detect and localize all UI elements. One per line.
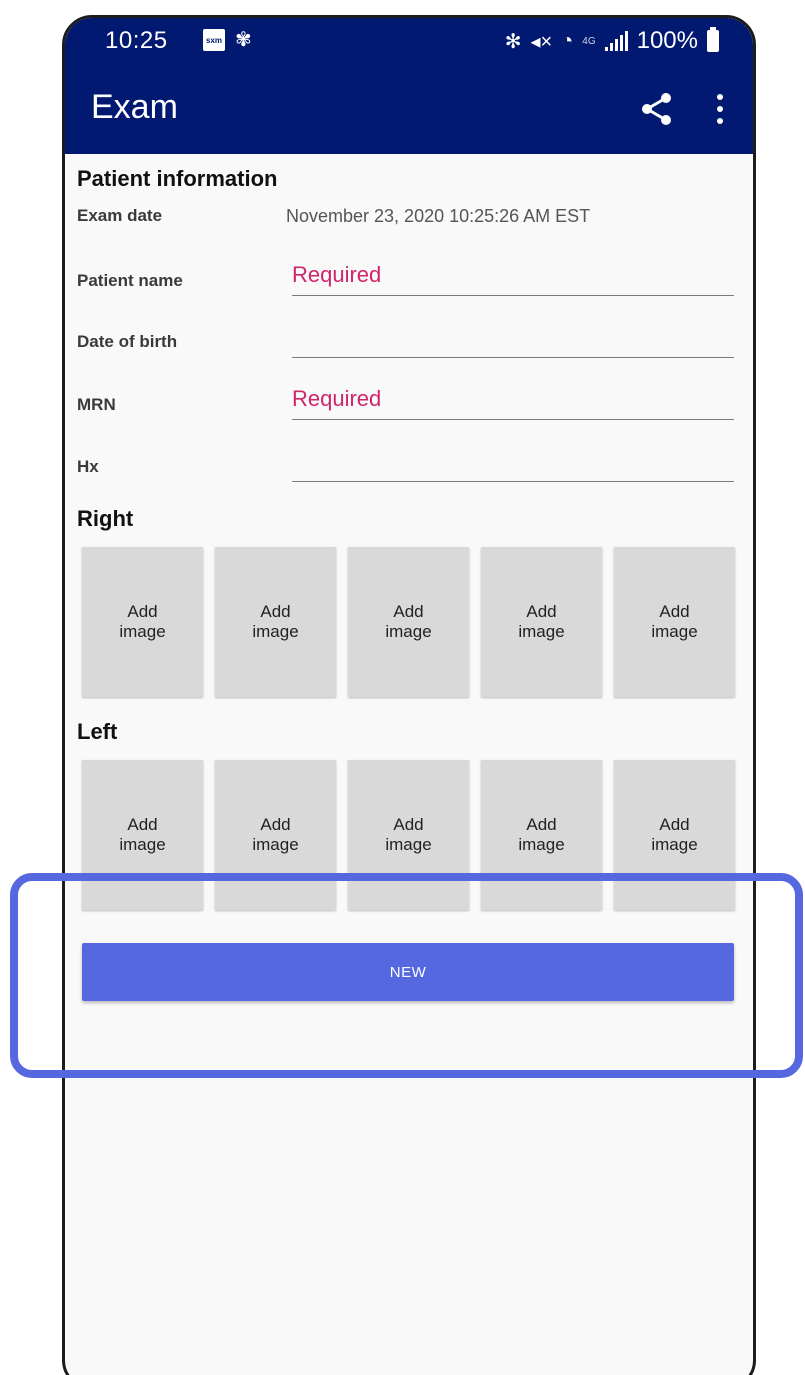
mrn-label: MRN xyxy=(77,395,116,414)
right-add-image-tile[interactable]: Add image xyxy=(481,547,602,697)
right-eye-title: Right xyxy=(77,506,134,531)
patient-name-label: Patient name xyxy=(77,271,183,290)
right-add-image-tile[interactable]: Add image xyxy=(614,547,735,697)
left-add-image-tile[interactable]: Add image xyxy=(614,760,735,910)
status-bar: 10:25 sxm ✾ ✻ ◂× ◔ 4G 100% xyxy=(65,18,753,64)
right-image-row: Add image Add image Add image Add image … xyxy=(82,547,735,697)
exam-date-label: Exam date xyxy=(77,206,163,225)
left-eye-title: Left xyxy=(77,719,118,744)
fan-icon: ✾ xyxy=(235,29,252,51)
patient-info-title: Patient information xyxy=(77,166,278,191)
status-right-icons: ✻ ◂× ◔ 4G 100% xyxy=(505,27,719,55)
status-left-icons: sxm ✾ xyxy=(203,29,252,51)
mute-icon: ◂× xyxy=(530,30,553,53)
mrn-field[interactable] xyxy=(292,378,734,420)
share-icon[interactable] xyxy=(639,92,673,126)
status-time: 10:25 xyxy=(105,27,168,54)
dob-label: Date of birth xyxy=(77,332,178,351)
left-add-image-tile[interactable]: Add image xyxy=(348,760,469,910)
left-add-image-tile[interactable]: Add image xyxy=(215,760,336,910)
hx-field[interactable] xyxy=(292,440,734,482)
siriusxm-icon: sxm xyxy=(203,29,225,51)
right-add-image-tile[interactable]: Add image xyxy=(348,547,469,697)
patient-name-field[interactable] xyxy=(292,254,734,296)
left-image-row: Add image Add image Add image Add image … xyxy=(82,760,735,910)
dob-field[interactable] xyxy=(292,316,734,358)
left-add-image-tile[interactable]: Add image xyxy=(481,760,602,910)
app-bar: Exam xyxy=(65,64,753,154)
right-add-image-tile[interactable]: Add image xyxy=(82,547,203,697)
exam-date-value: November 23, 2020 10:25:26 AM EST xyxy=(286,206,591,226)
wifi-icon: ◔ xyxy=(561,29,574,52)
phone-frame: 10:25 sxm ✾ ✻ ◂× ◔ 4G 100% Exam Patient … xyxy=(62,15,756,1375)
new-button[interactable]: NEW xyxy=(82,943,734,1001)
network-type: 4G xyxy=(582,35,596,47)
hx-label: Hx xyxy=(77,457,99,476)
battery-text: 100% xyxy=(636,27,698,54)
right-add-image-tile[interactable]: Add image xyxy=(215,547,336,697)
bluetooth-icon: ✻ xyxy=(504,30,522,53)
signal-icon xyxy=(604,31,628,51)
page-title: Exam xyxy=(91,88,178,126)
battery-icon xyxy=(707,27,719,52)
left-add-image-tile[interactable]: Add image xyxy=(82,760,203,910)
more-vert-icon[interactable] xyxy=(715,94,725,124)
